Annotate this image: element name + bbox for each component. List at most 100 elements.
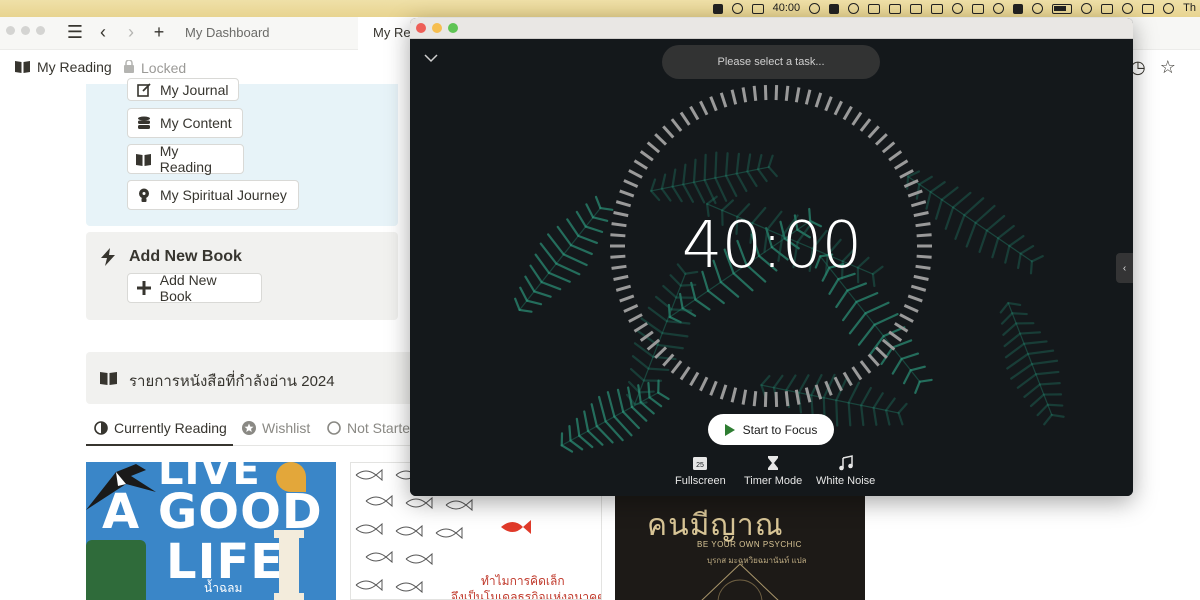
maximize-icon[interactable] — [448, 23, 458, 33]
maximize-icon[interactable] — [36, 26, 45, 35]
my-spiritual-journey-button[interactable]: My Spiritual Journey — [127, 180, 299, 210]
battery-icon[interactable] — [1052, 3, 1073, 14]
back-icon[interactable]: ‹ — [94, 23, 112, 41]
book-open-icon — [15, 61, 30, 73]
bookmark-icon[interactable] — [829, 3, 840, 14]
lock-icon — [124, 60, 134, 73]
line-icon[interactable] — [731, 3, 743, 14]
control-label: Timer Mode — [744, 475, 803, 487]
star-circle-icon — [242, 421, 256, 435]
close-icon[interactable] — [416, 23, 426, 33]
reading-view-tabs: Currently Reading Wishlist Not Starte — [86, 420, 416, 446]
reading-list-header: รายการหนังสือที่กำลังอ่าน 2024 — [86, 352, 416, 404]
page-title[interactable]: My Reading — [37, 59, 112, 75]
progress-ring-tick — [752, 85, 758, 101]
tab-label: Currently Reading — [114, 420, 227, 436]
book-cover-live-a-good-life[interactable]: LIVE A GOOD LIFE น้ำฉลม — [86, 462, 336, 600]
close-icon[interactable] — [6, 26, 15, 35]
chevron-down-icon[interactable] — [423, 52, 439, 64]
cover-author: น้ำฉลม — [204, 581, 243, 595]
half-circle-icon — [94, 421, 108, 435]
green-chair-icon — [86, 540, 146, 600]
book-cover-khon-mee-yan[interactable]: คนมีญาณ BE YOUR OWN PSYCHIC บุรกส มะฉุหว… — [615, 496, 865, 600]
progress-ring-tick — [763, 391, 768, 407]
my-journal-button[interactable]: My Journal — [127, 78, 240, 101]
book-open-icon — [100, 372, 117, 385]
dashboard-icon[interactable] — [889, 3, 902, 14]
control-center-icon[interactable] — [1142, 3, 1155, 14]
active-tab-indicator — [86, 444, 233, 446]
dropbox-icon[interactable] — [712, 3, 723, 14]
play-icon — [724, 423, 735, 436]
triangle-emblem — [701, 563, 779, 600]
start-label: Start to Focus — [742, 422, 818, 437]
window-icon[interactable] — [931, 3, 944, 14]
wifi-icon[interactable] — [1081, 3, 1093, 14]
search-icon[interactable] — [1122, 3, 1134, 14]
sync-icon[interactable] — [809, 3, 821, 14]
database-icon — [136, 115, 152, 131]
tab-my-dashboard[interactable]: My Dashboard — [185, 25, 270, 40]
user-initials[interactable]: Th — [1183, 1, 1196, 16]
add-new-book-button[interactable]: Add New Book — [127, 272, 262, 304]
tab-wishlist[interactable]: Wishlist — [242, 420, 310, 436]
calendar-icon[interactable] — [1101, 3, 1114, 14]
progress-ring-tick — [774, 85, 779, 101]
side-panel-toggle[interactable]: ‹ — [1116, 253, 1133, 283]
my-content-button[interactable]: My Content — [127, 108, 243, 138]
empty-circle-icon — [327, 421, 341, 435]
timer-app-icon[interactable] — [751, 3, 764, 14]
control-label: Fullscreen — [675, 475, 726, 487]
progress-ring-tick — [763, 85, 768, 101]
headphones-icon[interactable] — [993, 3, 1005, 14]
forward-icon[interactable]: › — [122, 23, 140, 41]
white-noise-control[interactable]: White Noise — [816, 455, 875, 487]
tab-my-reading[interactable]: My Re — [358, 17, 418, 50]
stack-icon[interactable] — [868, 3, 881, 14]
control-label: White Noise — [816, 475, 876, 487]
notion-traffic-lights — [6, 26, 45, 35]
new-tab-icon[interactable]: + — [150, 23, 168, 41]
fullscreen-control[interactable]: 25 Fullscreen — [675, 455, 726, 487]
column-icon — [274, 530, 304, 600]
cover-title-line2: จึงเป็นโมเดลธุรกิจแห่งอนาคต — [451, 590, 602, 600]
progress-ring-tick — [784, 85, 790, 101]
timer-mode-control[interactable]: Timer Mode — [744, 455, 802, 487]
play-circle-icon[interactable] — [952, 3, 964, 14]
tab-not-started[interactable]: Not Starte — [327, 420, 410, 436]
red-fish-icon — [501, 520, 531, 534]
siri-icon[interactable] — [1163, 3, 1175, 14]
menu-icon[interactable]: ☰ — [66, 23, 84, 41]
tab-currently-reading[interactable]: Currently Reading — [94, 420, 227, 436]
notion-nav-controls: ☰ ‹ › + — [66, 23, 168, 41]
plus-icon — [136, 280, 152, 296]
pencil-square-icon — [136, 82, 152, 98]
timer-countdown: 40:00 — [681, 209, 862, 283]
button-label: My Journal — [160, 81, 229, 98]
progress-ring-tick — [752, 391, 758, 407]
star-icon[interactable]: ☆ — [1160, 57, 1176, 78]
minimize-icon[interactable] — [432, 23, 442, 33]
tab-label: Not Starte — [347, 420, 411, 436]
minimize-icon[interactable] — [21, 26, 30, 35]
notion-icon[interactable] — [910, 3, 923, 14]
my-reading-button[interactable]: My Reading — [127, 143, 244, 175]
start-focus-button[interactable]: Start to Focus — [708, 414, 834, 445]
tab-label: Wishlist — [262, 420, 311, 436]
menu-timer-readout[interactable]: 40:00 — [773, 1, 801, 16]
add-book-heading: Add New Book — [129, 248, 242, 265]
progress-ring-tick — [774, 391, 779, 407]
button-label: Add New Book — [159, 272, 217, 304]
k-icon[interactable] — [1013, 3, 1024, 14]
n-box-icon[interactable] — [972, 3, 985, 14]
button-label: My Spiritual Journey — [160, 187, 287, 203]
book-open-icon — [136, 151, 152, 167]
bluetooth-icon[interactable] — [1032, 3, 1044, 14]
eye-icon[interactable] — [848, 3, 860, 14]
hourglass-icon — [768, 456, 779, 470]
lock-status[interactable]: Locked — [141, 60, 186, 76]
cover-subtitle: BE YOUR OWN PSYCHIC — [697, 540, 802, 549]
task-select[interactable]: Please select a task... — [662, 45, 880, 79]
lightning-icon — [101, 248, 115, 271]
fullscreen-icon: 25 — [693, 457, 708, 470]
